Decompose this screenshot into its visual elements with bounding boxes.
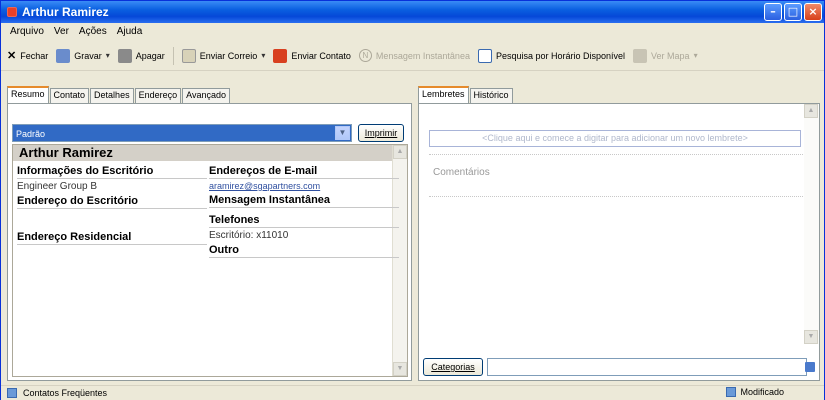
title-bar[interactable]: Arthur Ramirez – □ × [1,1,824,23]
status-right-text: Modificado [740,387,784,397]
close-window-button[interactable]: × [804,3,822,21]
view-map-label: Ver Mapa [651,50,690,61]
window-controls: – □ × [764,3,822,21]
scroll-down-icon[interactable]: ▼ [804,330,818,344]
email-link[interactable]: aramirez@sgapartners.com [209,181,399,191]
send-mail-dropdown-icon[interactable]: ▾ [261,51,265,60]
status-left-text: Contatos Freqüentes [23,388,108,398]
tab-reminders[interactable]: Lembretes [418,86,469,103]
im-icon: N [358,49,372,62]
scroll-up-icon[interactable]: ▲ [804,104,818,118]
send-mail-button[interactable]: Enviar Correio ▾ [181,48,265,63]
schedule-search-label: Pesquisa por Horário Disponível [495,50,626,61]
scroll-up-icon[interactable]: ▲ [393,145,407,159]
menu-actions[interactable]: Ações [74,26,112,37]
office-address-title: Endereço do Escritório [17,195,207,209]
menu-file[interactable]: Arquivo [5,26,49,37]
scroll-down-icon[interactable]: ▼ [393,362,407,376]
office-info-title: Informações do Escritório [17,165,207,179]
save-label: Gravar [74,50,102,61]
save-icon [56,48,71,63]
contact-window: Arthur Ramirez – □ × Arquivo Ver Ações A… [0,0,825,400]
send-contact-button[interactable]: Enviar Contato [273,48,351,63]
new-reminder-input[interactable]: <Clique aqui e comece a digitar para adi… [429,130,801,147]
reminders-pane: Lembretes Histórico <Clique aqui e comec… [418,86,820,381]
maximize-button[interactable]: □ [784,3,802,21]
card-left-column: Informações do Escritório Engineer Group… [17,165,207,247]
app-icon [7,7,17,17]
contact-card: Arthur Ramirez ▲ ▼ Informações do Escrit… [12,144,408,377]
office-address-gap [17,211,207,225]
map-icon [633,48,648,63]
reminders-panel: <Clique aqui e comece a digitar para adi… [418,103,820,381]
menu-help[interactable]: Ajuda [112,26,148,37]
tab-summary[interactable]: Resumo [7,86,49,103]
print-button[interactable]: Imprimir [358,124,404,142]
envelope-icon [181,48,196,63]
toolbar: ✕ Fechar Gravar ▾ Apagar Enviar Correio … [1,41,824,71]
categories-input[interactable] [487,358,807,376]
close-label: Fechar [20,50,49,61]
tab-advanced[interactable]: Avançado [182,88,230,103]
trash-icon [117,48,132,63]
view-map-button[interactable]: Ver Mapa ▾ [633,48,698,63]
status-modified: Modificado [726,387,784,397]
delete-button[interactable]: Apagar [117,48,165,63]
categories-icon[interactable] [805,362,815,372]
close-button[interactable]: ✕ Fechar [7,49,48,62]
window-title: Arthur Ramirez [22,5,109,19]
categories-button[interactable]: Categorias [423,358,483,376]
toolbar-separator [172,46,174,65]
minimize-button[interactable]: – [764,3,782,21]
email-title: Endereços de E-mail [209,165,399,179]
view-select[interactable]: Padrão ▼ [12,124,352,142]
office-phone-value: Escritório: x11010 [209,230,289,241]
save-dropdown-icon[interactable]: ▾ [106,51,110,60]
card-right-column: Endereços de E-mail aramirez@sgapartners… [209,165,399,260]
divider [429,196,811,197]
phones-title: Telefones [209,214,399,228]
contact-name: Arthur Ramirez [13,145,393,161]
menu-bar: Arquivo Ver Ações Ajuda [1,23,824,39]
contact-tabs: Resumo Contato Detalhes Endereço Avançad… [7,86,412,103]
company-value: Engineer Group B [17,181,98,192]
contact-details-pane: Resumo Contato Detalhes Endereço Avançad… [7,86,412,381]
tab-details[interactable]: Detalhes [90,88,134,103]
tab-address[interactable]: Endereço [134,88,182,103]
reminders-scrollbar[interactable]: ▲ ▼ [804,104,819,344]
modified-icon [726,387,737,397]
comments-label[interactable]: Comentários [433,167,490,178]
chevron-down-icon[interactable]: ▼ [335,126,350,140]
tab-contact[interactable]: Contato [49,88,90,103]
send-contact-label: Enviar Contato [291,50,351,61]
delete-label: Apagar [135,50,165,61]
close-icon: ✕ [7,50,17,62]
other-title: Outro [209,244,399,258]
calendar-icon [477,48,492,63]
instant-message-button[interactable]: N Mensagem Instantânea [358,49,470,62]
contacts-icon [7,388,17,398]
schedule-search-button[interactable]: Pesquisa por Horário Disponível [477,48,626,63]
send-mail-label: Enviar Correio [199,50,258,61]
save-button[interactable]: Gravar ▾ [56,48,110,63]
instant-message-label: Mensagem Instantânea [375,50,470,61]
status-bar: Contatos Freqüentes Modificado [1,385,824,400]
view-select-value: Padrão [16,129,46,139]
summary-panel: Padrão ▼ Imprimir Arthur Ramirez ▲ ▼ Inf… [7,103,412,381]
reminder-tabs: Lembretes Histórico [418,86,820,103]
tab-history[interactable]: Histórico [469,88,513,103]
view-map-dropdown-icon[interactable]: ▾ [694,51,698,60]
contact-card-icon [273,48,288,63]
im-title: Mensagem Instantânea [209,194,399,208]
menu-view[interactable]: Ver [49,26,74,37]
divider [429,154,811,155]
home-address-title: Endereço Residencial [17,231,207,245]
